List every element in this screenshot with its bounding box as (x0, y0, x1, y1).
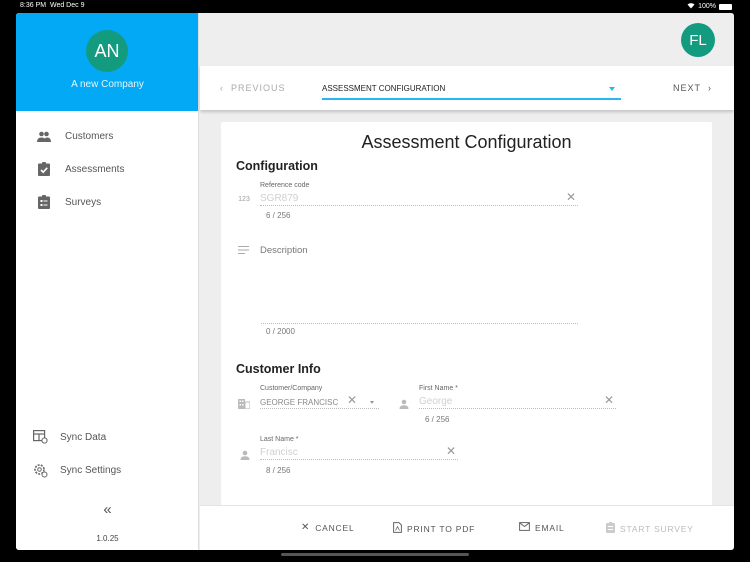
sync-data-icon (32, 429, 48, 445)
sidebar: AN A new Company Customers Assessments S… (16, 13, 199, 550)
status-time: 8:36 PM Wed Dec 9 (20, 2, 85, 9)
customer-company-select[interactable]: GEORGE FRANCISC ✕ (260, 393, 379, 409)
sidebar-item-surveys[interactable]: Surveys (16, 188, 199, 216)
status-bar: 8:36 PM Wed Dec 9 100% (0, 0, 750, 12)
assessment-clipboard-check-icon (36, 161, 52, 177)
person-icon (398, 398, 410, 409)
reference-code-input[interactable]: SGR879 ✕ (260, 190, 578, 206)
company-avatar[interactable]: AN (86, 30, 128, 72)
pdf-file-icon (393, 522, 402, 535)
description-label: Description (260, 245, 308, 256)
numeric-123-icon: 123 (238, 195, 250, 203)
first-name-counter: 6 / 256 (425, 415, 450, 424)
step-select-value: ASSESSMENT CONFIGURATION (322, 84, 446, 93)
wifi-icon (687, 2, 695, 11)
sidebar-item-assessments[interactable]: Assessments (16, 155, 199, 183)
clear-icon[interactable]: ✕ (347, 393, 357, 407)
step-select-dropdown[interactable]: ASSESSMENT CONFIGURATION (322, 76, 621, 100)
section-customer-info: Customer Info (236, 362, 321, 376)
dropdown-caret-icon (609, 87, 615, 91)
clear-icon[interactable]: ✕ (604, 393, 614, 407)
action-bar: ✕ CANCEL PRINT TO PDF EMAIL START SURVEY (200, 505, 734, 550)
chevron-left-icon: ‹ (220, 83, 224, 93)
battery-percent: 100% (698, 3, 716, 10)
sidebar-item-label: Customers (65, 130, 114, 142)
sidebar-item-sync-settings[interactable]: Sync Settings (16, 456, 199, 484)
dropdown-caret-icon[interactable] (370, 401, 374, 404)
first-name-input[interactable]: George ✕ (419, 393, 616, 409)
sidebar-item-label: Assessments (65, 163, 125, 175)
last-name-label: Last Name * (260, 436, 299, 443)
top-bar: FL (200, 13, 734, 66)
cancel-button[interactable]: ✕ CANCEL (301, 522, 354, 533)
company-building-icon (238, 398, 250, 409)
sidebar-item-sync-data[interactable]: Sync Data (16, 423, 199, 451)
page-title: Assessment Configuration (361, 132, 572, 152)
print-to-pdf-button[interactable]: PRINT TO PDF (393, 522, 475, 535)
survey-clipboard-list-icon (36, 194, 52, 210)
app-window: AN A new Company Customers Assessments S… (16, 13, 734, 550)
last-name-input[interactable]: Francisc ✕ (260, 444, 458, 460)
reference-code-label: Reference code (260, 182, 310, 189)
description-textarea[interactable] (261, 307, 578, 324)
survey-clipboard-icon (606, 522, 615, 535)
step-navigation: ‹ PREVIOUS ASSESSMENT CONFIGURATION NEXT… (200, 66, 734, 110)
clear-icon[interactable]: ✕ (446, 444, 456, 458)
next-button[interactable]: NEXT › (673, 83, 712, 93)
sync-settings-gear-icon (32, 462, 48, 478)
start-survey-button[interactable]: START SURVEY (606, 522, 694, 535)
customers-icon (36, 128, 52, 144)
reference-code-counter: 6 / 256 (266, 211, 291, 220)
email-envelope-icon (519, 522, 530, 533)
sidebar-item-customers[interactable]: Customers (16, 122, 199, 150)
chevron-right-icon: › (708, 83, 713, 93)
description-lines-icon (237, 245, 249, 255)
close-icon: ✕ (301, 522, 311, 533)
app-version: 1.0.25 (96, 534, 119, 543)
person-icon (239, 449, 251, 460)
customer-company-label: Customer/Company (260, 385, 323, 392)
home-indicator[interactable] (281, 553, 469, 556)
sidebar-item-label: Sync Settings (60, 464, 122, 476)
collapse-sidebar-button[interactable]: « (16, 501, 199, 518)
sidebar-item-label: Surveys (65, 196, 102, 208)
email-button[interactable]: EMAIL (519, 522, 565, 533)
battery-icon (719, 3, 732, 10)
status-right: 100% (687, 2, 732, 11)
section-configuration: Configuration (236, 159, 318, 173)
form-card: Assessment Configuration Configuration 1… (221, 122, 712, 522)
sidebar-header: AN A new Company (16, 13, 198, 111)
first-name-label: First Name * (419, 385, 458, 392)
user-avatar[interactable]: FL (681, 23, 715, 57)
description-counter: 0 / 2000 (266, 327, 295, 336)
sidebar-item-label: Sync Data (60, 431, 107, 443)
last-name-counter: 8 / 256 (266, 466, 291, 475)
company-name: A new Company (71, 79, 144, 90)
previous-button[interactable]: ‹ PREVIOUS (220, 83, 286, 93)
clear-icon[interactable]: ✕ (566, 190, 576, 204)
